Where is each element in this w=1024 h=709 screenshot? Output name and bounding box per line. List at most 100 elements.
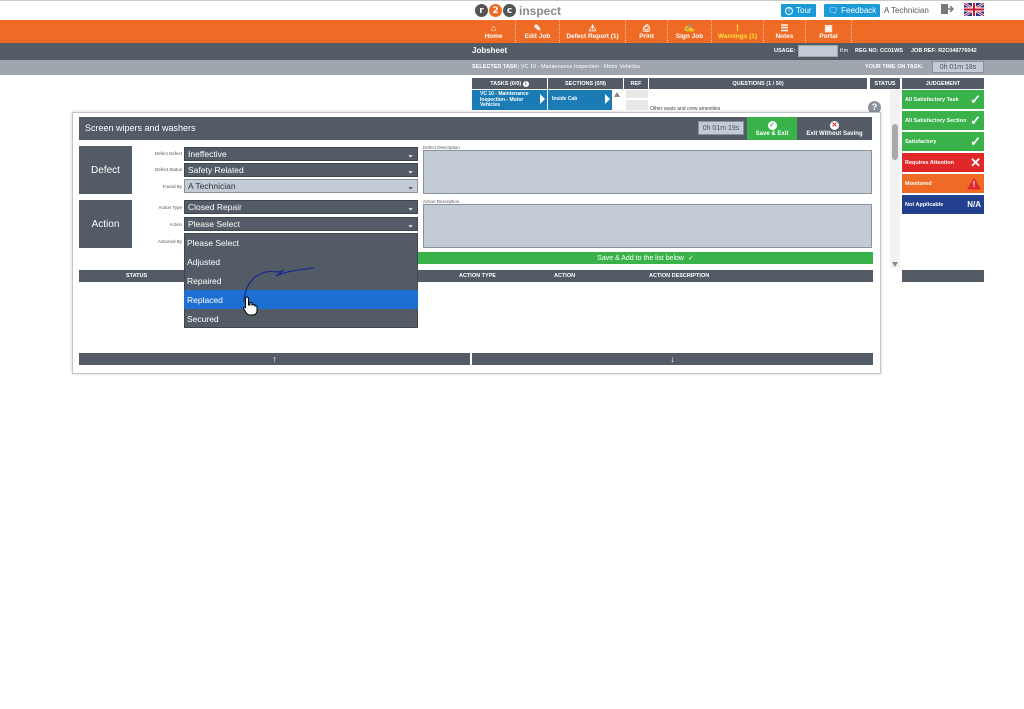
scroll-down-icon[interactable]	[892, 262, 898, 267]
chevron-down-icon: ⌄	[407, 165, 414, 175]
status-column-header: STATUS	[870, 78, 900, 89]
logo-letter-2: 2	[489, 4, 502, 17]
judgement-label: Not Applicable	[905, 201, 944, 208]
judgement-requires-attention[interactable]: Requires Attention ✕	[902, 153, 984, 172]
nav-defect-report[interactable]: ⚠ Defect Report (1)	[560, 20, 626, 43]
arrow-down-icon: ↓	[670, 354, 675, 364]
close-circle-icon: ✕	[830, 120, 839, 130]
tasks-column-header: TASKS (0/0) i	[472, 78, 547, 89]
na-icon: N/A	[967, 200, 981, 209]
reg-no: REG NO: CC01WS	[855, 48, 903, 54]
task-arrow-icon	[540, 94, 545, 104]
ref-column-header: REF	[624, 78, 648, 89]
actioned-by-label: Actioned By	[157, 239, 182, 244]
warning-icon: ⚠	[588, 22, 597, 33]
your-time-value: 0h 01m 18s	[932, 61, 984, 73]
logo-letter-r: r	[475, 4, 488, 17]
user-name: A Technician	[884, 6, 929, 15]
judgement-not-applicable[interactable]: Not Applicable N/A	[902, 195, 984, 214]
nav-print[interactable]: ⎙ Print	[626, 20, 668, 43]
uk-flag-icon[interactable]	[963, 1, 985, 18]
nav-warnings-label: Warnings (1)	[717, 32, 758, 40]
nav-print-label: Print	[639, 32, 654, 40]
defect-description-textarea[interactable]	[423, 150, 872, 194]
nav-home[interactable]: ⌂ Home	[472, 20, 516, 43]
defect-select-value: Ineffective	[188, 149, 227, 159]
action-select-value: Please Select	[188, 219, 240, 229]
questions-scrollbar[interactable]	[890, 90, 900, 268]
modal-title: Screen wipers and washers	[85, 123, 196, 133]
selected-task: SELECTED TASK: VC 10 - Maintenance Inspe…	[472, 64, 640, 70]
defect-select[interactable]: Ineffective ⌄	[184, 147, 418, 161]
tour-label: Tour	[796, 6, 812, 15]
ref-cell	[626, 90, 648, 98]
tour-button[interactable]: ? Tour	[781, 4, 816, 17]
nav-defect-report-label: Defect Report (1)	[566, 32, 619, 40]
nav-notes-label: Notes	[775, 32, 794, 40]
home-icon: ⌂	[490, 22, 497, 33]
defect-status-value: Safety Related	[188, 165, 244, 175]
th-action-type: ACTION TYPE	[459, 273, 496, 279]
check-icon: ✓	[970, 113, 981, 128]
feedback-label: Feedback	[841, 6, 877, 15]
judgement-monitored[interactable]: Monitored!	[902, 174, 984, 193]
save-add-button[interactable]: Save & Add to the list below ✓	[418, 252, 873, 264]
action-label: Action	[169, 222, 182, 227]
action-select[interactable]: Please Select ⌄	[184, 217, 418, 231]
selected-task-label: SELECTED TASK:	[472, 64, 520, 70]
usage-unit: Km	[840, 48, 849, 54]
selected-task-value: VC 10 - Maintenance Inspection - Motor V…	[520, 64, 641, 70]
scroll-up-icon[interactable]	[614, 92, 620, 97]
save-exit-label: Save & Exit	[755, 130, 789, 137]
judgement-all-satisfactory-section[interactable]: All Satisfactory Section ✓	[902, 111, 984, 130]
arrow-up-icon: ↑	[272, 354, 277, 364]
dropdown-option-please-select[interactable]: Please Select	[184, 233, 418, 252]
logout-icon[interactable]	[940, 3, 955, 17]
judgement-all-satisfactory-task[interactable]: All Satisfactory Task ✓	[902, 90, 984, 109]
nav-notes[interactable]: ☰ Notes	[764, 20, 806, 43]
move-down-button[interactable]: ↓	[472, 353, 873, 365]
scrollbar-thumb[interactable]	[892, 124, 898, 160]
hand-cursor-icon	[242, 296, 258, 316]
exit-without-saving-label: Exit Without Saving	[806, 130, 863, 137]
tasks-header-label: TASKS (0/0)	[490, 80, 522, 87]
dropdown-option-secured[interactable]: Secured	[184, 309, 418, 328]
portal-icon: ▣	[824, 22, 833, 33]
action-section-label: Action	[79, 200, 132, 248]
modal-timer: 0h 01m 19s	[698, 121, 744, 135]
jobsheet-title: Jobsheet	[472, 46, 508, 55]
defect-field-label: Defect Defect	[154, 151, 182, 156]
nav-edit-job[interactable]: ✎ Edit Job	[516, 20, 560, 43]
usage-label: USAGE:	[774, 48, 796, 54]
cross-icon: ✕	[970, 155, 981, 170]
nav-portal-label: Portal	[819, 32, 838, 40]
check-icon: ✓	[970, 92, 981, 107]
r2c-inspect-logo: r 2 c inspect	[475, 3, 561, 18]
questions-column-header: QUESTIONS (1 / 50)	[649, 78, 867, 89]
action-type-select[interactable]: Closed Repair ⌄	[184, 200, 418, 214]
judgement-label: All Satisfactory Section	[905, 117, 967, 124]
usage-input[interactable]	[798, 45, 838, 57]
save-exit-button[interactable]: ✓ Save & Exit	[747, 117, 797, 140]
warning-triangle-icon: !	[967, 177, 981, 190]
feedback-button[interactable]: 🗨 Feedback	[824, 4, 881, 17]
edit-icon: ✎	[533, 22, 542, 33]
task-tile[interactable]: VC 10 - Maintenance Inspection - Motor V…	[472, 90, 547, 110]
task-tile-label: VC 10 - Maintenance Inspection - Motor V…	[480, 91, 529, 108]
chevron-down-icon: ⌄	[407, 219, 414, 229]
chevron-down-icon: ⌄	[407, 202, 414, 212]
action-type-label: Action Type	[158, 205, 182, 210]
chevron-down-icon: ⌄	[407, 181, 414, 191]
nav-sign-job[interactable]: ✍ Sign Job	[668, 20, 712, 43]
nav-portal[interactable]: ▣ Portal	[806, 20, 852, 43]
move-up-button[interactable]: ↑	[79, 353, 470, 365]
exit-without-saving-button[interactable]: ✕ Exit Without Saving	[797, 117, 872, 140]
logo-text: inspect	[519, 3, 562, 18]
section-tile[interactable]: Inside Cab	[548, 90, 612, 110]
action-type-value: Closed Repair	[188, 202, 242, 212]
judgement-satisfactory[interactable]: Satisfactory ✓	[902, 132, 984, 151]
found-by-select[interactable]: A Technician ⌄	[184, 179, 418, 193]
nav-warnings[interactable]: ! Warnings (1)	[712, 20, 764, 43]
defect-status-select[interactable]: Safety Related ⌄	[184, 163, 418, 177]
action-description-textarea[interactable]	[423, 204, 872, 248]
